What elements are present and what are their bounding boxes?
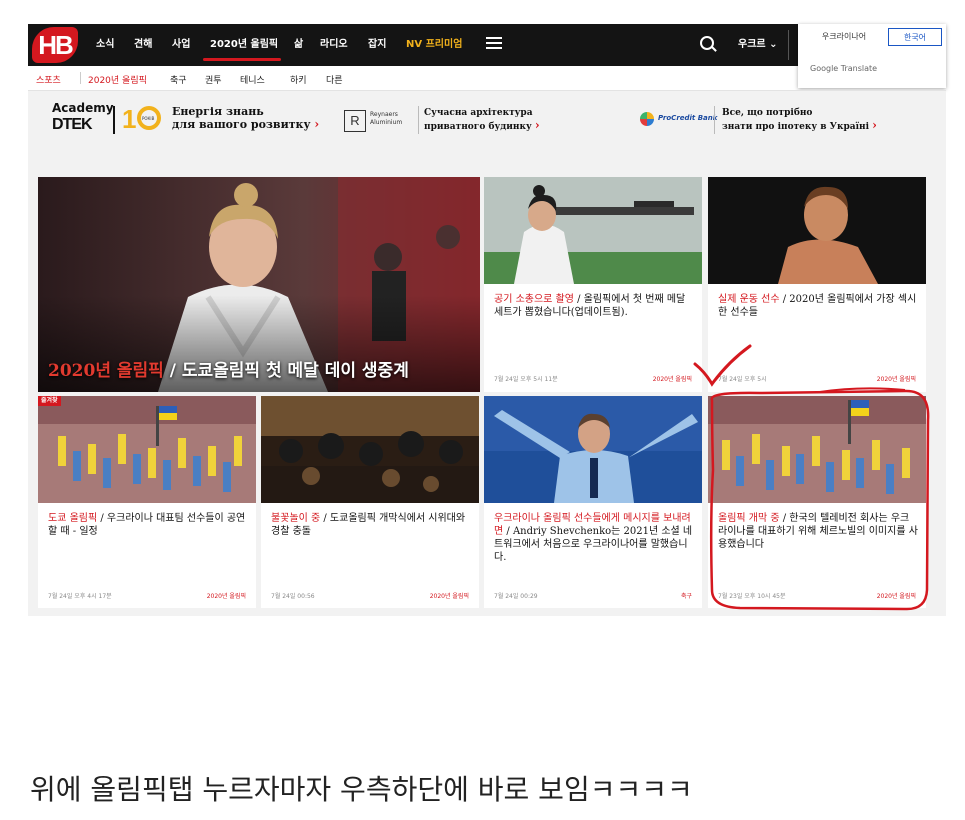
post-caption: 위에 올림픽탭 누르자마자 우측하단에 바로 보임ㅋㅋㅋㅋ	[30, 773, 693, 806]
annotation-overlay	[693, 344, 930, 611]
checkmark-annotation	[693, 344, 752, 387]
circle-annotation	[709, 389, 930, 611]
